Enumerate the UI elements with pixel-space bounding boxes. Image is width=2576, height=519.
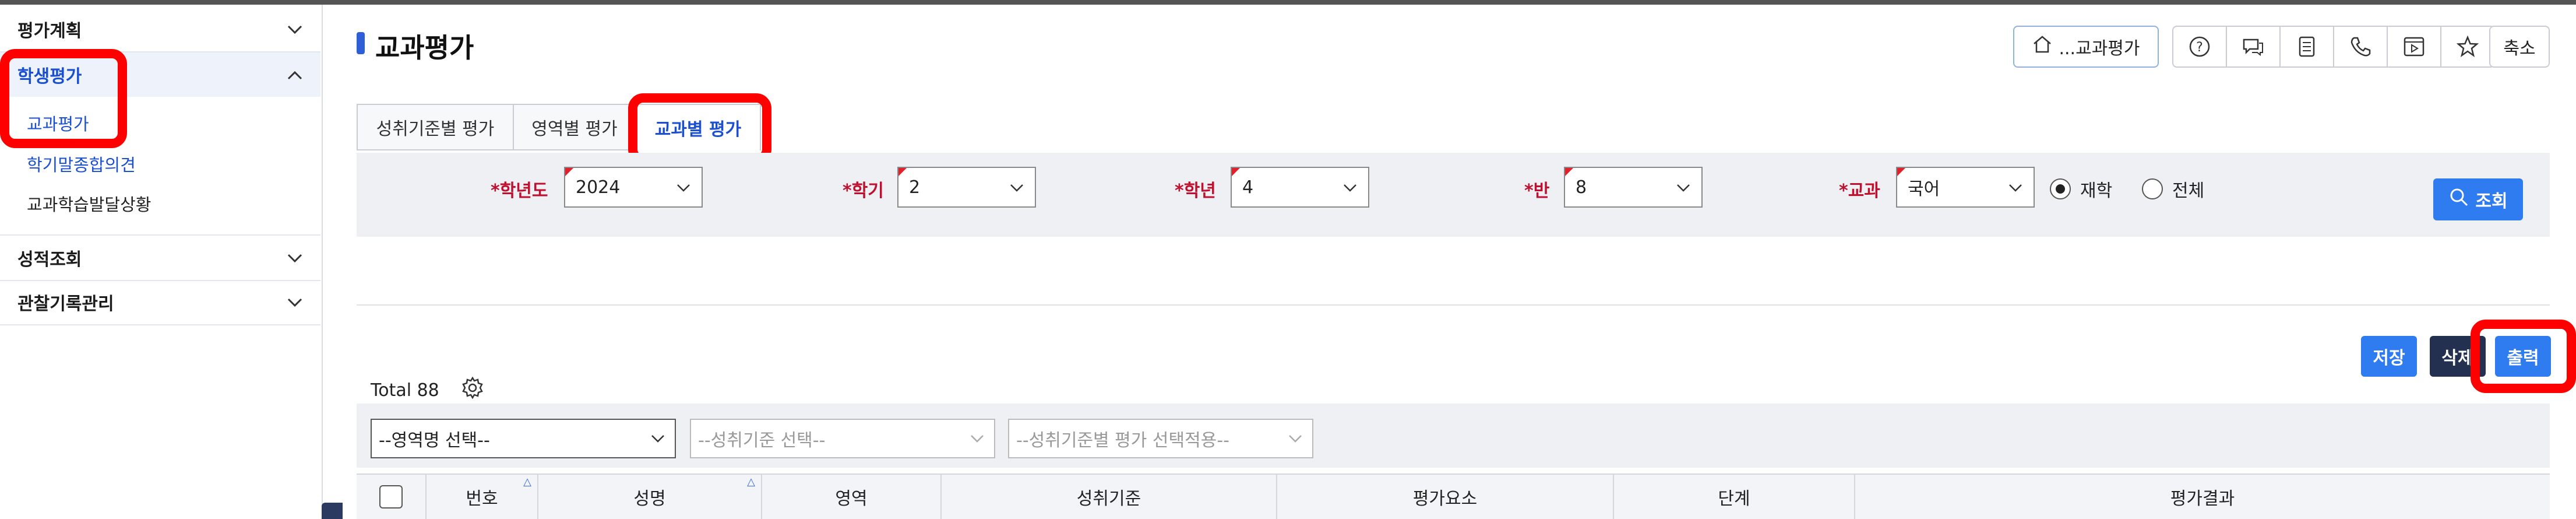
grade-label: *학년 (1175, 181, 1216, 201)
required-flag (1897, 168, 1905, 176)
tab-area-eval[interactable]: 영역별 평가 (513, 104, 636, 150)
home-icon (2032, 34, 2053, 59)
sidebar-collapse-handle[interactable] (322, 503, 343, 519)
query-button-label: 조회 (2475, 191, 2508, 212)
toolbar-icons: ? (2172, 26, 2495, 68)
standard-select-value: --성취기준 선택-- (698, 430, 826, 451)
title-accent-bar (357, 32, 365, 54)
class-value: 8 (1576, 177, 1587, 198)
phone-icon[interactable] (2334, 27, 2388, 66)
radio-checked-icon (2050, 178, 2071, 199)
subject-value: 국어 (1908, 179, 1940, 199)
highlight-box-print (2471, 320, 2576, 393)
area-select-value: --영역명 선택-- (379, 430, 490, 451)
select-all-checkbox[interactable] (379, 485, 403, 509)
apply-select[interactable]: --성취기준별 평가 선택적용-- (1008, 419, 1313, 458)
list-filter-row (357, 404, 2550, 468)
chevron-down-icon (970, 428, 985, 447)
required-flag (1565, 168, 1573, 176)
column-label: 평가요소 (1412, 489, 1478, 509)
area-select[interactable]: --영역명 선택-- (371, 419, 676, 458)
breadcrumb-button[interactable]: ...교과평가 (2013, 26, 2159, 68)
section-divider (357, 304, 2550, 306)
search-icon (2448, 187, 2469, 212)
chevron-down-icon (1009, 177, 1024, 197)
column-label: 성취기준 (1076, 489, 1141, 509)
column-standard: 성취기준 (942, 475, 1277, 519)
chevron-down-icon (287, 293, 303, 312)
radio-enrolled-label: 재학 (2080, 181, 2113, 201)
video-icon[interactable] (2388, 27, 2441, 66)
table-header: 번호 △ 성명 △ 영역 성취기준 평가요소 단계 평가결과 (357, 474, 2550, 519)
year-label: *학년도 (491, 181, 548, 201)
column-label: 성명 (633, 489, 666, 509)
chevron-down-icon (650, 428, 665, 447)
sort-icon[interactable]: △ (523, 476, 531, 488)
column-label: 평가결과 (2170, 489, 2235, 509)
chevron-down-icon (1676, 177, 1691, 197)
column-label: 단계 (1718, 489, 1750, 509)
year-select[interactable]: 2024 (564, 167, 703, 208)
year-value: 2024 (576, 177, 621, 198)
tab-standard-eval[interactable]: 성취기준별 평가 (357, 104, 514, 150)
sidebar-group-label: 평가계획 (17, 21, 82, 41)
subject-select[interactable]: 국어 (1896, 167, 2035, 208)
apply-select-value: --성취기준별 평가 선택적용-- (1016, 430, 1229, 451)
help-icon[interactable]: ? (2173, 27, 2227, 66)
sidebar-group-label: 성적조회 (17, 250, 82, 270)
grade-value: 4 (1242, 177, 1254, 198)
sidebar-group-label: 관찰기록관리 (17, 294, 114, 314)
top-border (0, 0, 2576, 5)
column-number[interactable]: 번호 △ (427, 475, 538, 519)
column-label: 번호 (466, 489, 498, 509)
term-label: *학기 (843, 181, 884, 201)
svg-text:?: ? (2196, 40, 2203, 55)
page-title: 교과평가 (375, 32, 474, 64)
term-select[interactable]: 2 (897, 167, 1036, 208)
required-flag (565, 168, 573, 176)
document-icon[interactable] (2281, 27, 2334, 66)
sort-icon[interactable]: △ (747, 476, 755, 488)
total-count: Total 88 (371, 380, 439, 401)
chat-icon[interactable] (2227, 27, 2281, 66)
chevron-down-icon (287, 248, 303, 268)
gear-icon[interactable] (460, 376, 485, 406)
class-select[interactable]: 8 (1564, 167, 1703, 208)
column-name[interactable]: 성명 △ (538, 475, 762, 519)
chevron-down-icon (1288, 428, 1303, 447)
column-level: 단계 (1614, 475, 1855, 519)
sidebar-item-term-opinion[interactable]: 학기말종합의견 (27, 152, 136, 176)
column-label: 영역 (835, 489, 868, 509)
radio-unchecked-icon (2142, 178, 2163, 199)
column-area: 영역 (762, 475, 942, 519)
required-flag (898, 168, 907, 176)
grade-select[interactable]: 4 (1231, 167, 1369, 208)
column-result: 평가결과 (1855, 475, 2550, 519)
chevron-down-icon (287, 20, 303, 39)
shrink-button[interactable]: 축소 (2489, 26, 2550, 68)
subject-label: *교과 (1839, 181, 1880, 201)
chevron-down-icon (2008, 177, 2023, 197)
select-all-cell (357, 475, 427, 519)
standard-select[interactable]: --성취기준 선택-- (690, 419, 995, 458)
breadcrumb-label: ...교과평가 (2059, 38, 2140, 59)
sidebar-item-learning-status[interactable]: 교과학습발달상황 (27, 191, 151, 216)
sidebar-group-plan[interactable]: 평가계획 (0, 7, 320, 52)
chevron-down-icon (676, 177, 691, 197)
radio-all[interactable]: 전체 (2142, 176, 2204, 202)
radio-enrolled[interactable]: 재학 (2050, 176, 2112, 202)
query-button[interactable]: 조회 (2433, 178, 2523, 220)
radio-all-label: 전체 (2172, 181, 2205, 201)
highlight-box-sidebar (0, 49, 127, 148)
chevron-up-icon (287, 65, 303, 85)
sidebar-group-observation[interactable]: 관찰기록관리 (0, 280, 320, 325)
save-button[interactable]: 저장 (2361, 336, 2417, 377)
required-flag (1232, 168, 1240, 176)
sidebar-group-grades[interactable]: 성적조회 (0, 234, 320, 281)
class-label: *반 (1524, 181, 1550, 201)
column-element: 평가요소 (1277, 475, 1614, 519)
term-value: 2 (909, 177, 921, 198)
chevron-down-icon (1342, 177, 1358, 197)
star-icon[interactable] (2441, 27, 2494, 66)
